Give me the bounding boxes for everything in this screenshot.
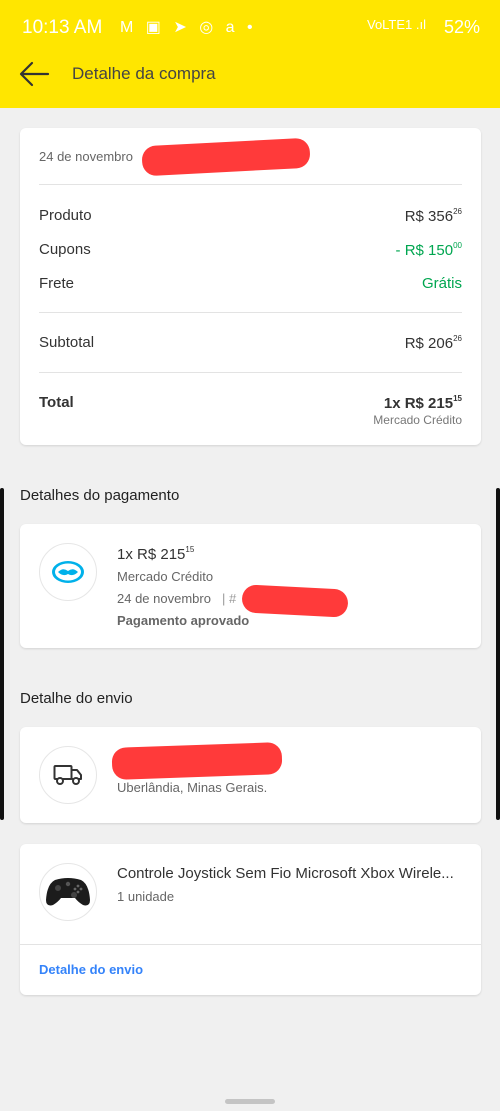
- shipping-section-title: Detalhe do envio: [20, 690, 133, 707]
- product-value: R$ 35626: [404, 207, 462, 225]
- purchase-summary-card: 24 de novembro Produto R$ 35626 Cupons -…: [20, 128, 481, 445]
- redacted-mark: [241, 584, 349, 618]
- gamepad-icon: [46, 878, 90, 906]
- handshake-icon: [52, 561, 84, 583]
- status-bar: 10:13 AM M ▣ ➤ ◎ a • VoLTE1 .ıl 52%: [0, 0, 500, 56]
- payment-date: 24 de novembro: [117, 591, 211, 606]
- coupons-label: Cupons: [39, 241, 91, 258]
- shipping-icon-circle: [39, 746, 97, 804]
- battery-indicator: 52%: [443, 17, 480, 37]
- product-label: Produto: [39, 207, 92, 224]
- divider: [39, 372, 462, 373]
- item-quantity: 1 unidade: [117, 889, 175, 904]
- payment-card[interactable]: 1x R$ 21515 Mercado Crédito 24 de novemb…: [20, 524, 481, 648]
- total-payment-method: Mercado Crédito: [373, 413, 462, 427]
- subtotal-label: Subtotal: [39, 334, 95, 351]
- signal-icon: VoLTE1 .ıl: [366, 17, 426, 32]
- payment-section-title: Detalhes do pagamento: [20, 487, 180, 504]
- redacted-mark: [141, 137, 311, 177]
- shipping-location: Uberlândia, Minas Gerais.: [117, 780, 268, 795]
- truck-icon: [53, 765, 82, 785]
- status-time: 10:13 AM: [22, 17, 103, 38]
- subtotal-value: R$ 20626: [404, 334, 462, 352]
- product-thumbnail[interactable]: [39, 863, 97, 921]
- page-title: Detalhe da compra: [72, 64, 216, 83]
- divider: [39, 184, 462, 185]
- purchase-date: 24 de novembro: [39, 149, 133, 164]
- payment-amount: 1x R$ 21515: [117, 545, 195, 563]
- item-card: Controle Joystick Sem Fio Microsoft Xbox…: [20, 844, 481, 995]
- home-indicator[interactable]: [225, 1099, 275, 1104]
- payment-status: Pagamento aprovado: [117, 613, 250, 628]
- total-value: 1x R$ 21515: [383, 394, 462, 412]
- item-name[interactable]: Controle Joystick Sem Fio Microsoft Xbox…: [117, 865, 454, 882]
- payment-method: Mercado Crédito: [117, 569, 214, 584]
- redacted-mark: [111, 742, 283, 780]
- back-arrow-icon[interactable]: [18, 60, 50, 88]
- shipping-value: Grátis: [421, 275, 462, 292]
- payment-separator: | #: [222, 591, 237, 606]
- notification-icons: M ▣ ➤ ◎ a •: [120, 19, 257, 36]
- left-edge-bar: [0, 488, 4, 820]
- coupons-value: - R$ 15000: [395, 241, 462, 259]
- shipping-label: Frete: [39, 275, 75, 292]
- top-app-bar: 10:13 AM M ▣ ➤ ◎ a • VoLTE1 .ıl 52% Deta…: [0, 0, 500, 108]
- shipping-detail-link[interactable]: Detalhe do envio: [39, 962, 143, 977]
- shipping-card[interactable]: Uberlândia, Minas Gerais.: [20, 727, 481, 823]
- divider: [20, 944, 481, 945]
- right-edge-bar: [496, 488, 500, 820]
- mercado-pago-logo: [39, 543, 97, 601]
- total-label: Total: [39, 394, 74, 411]
- divider: [39, 312, 462, 313]
